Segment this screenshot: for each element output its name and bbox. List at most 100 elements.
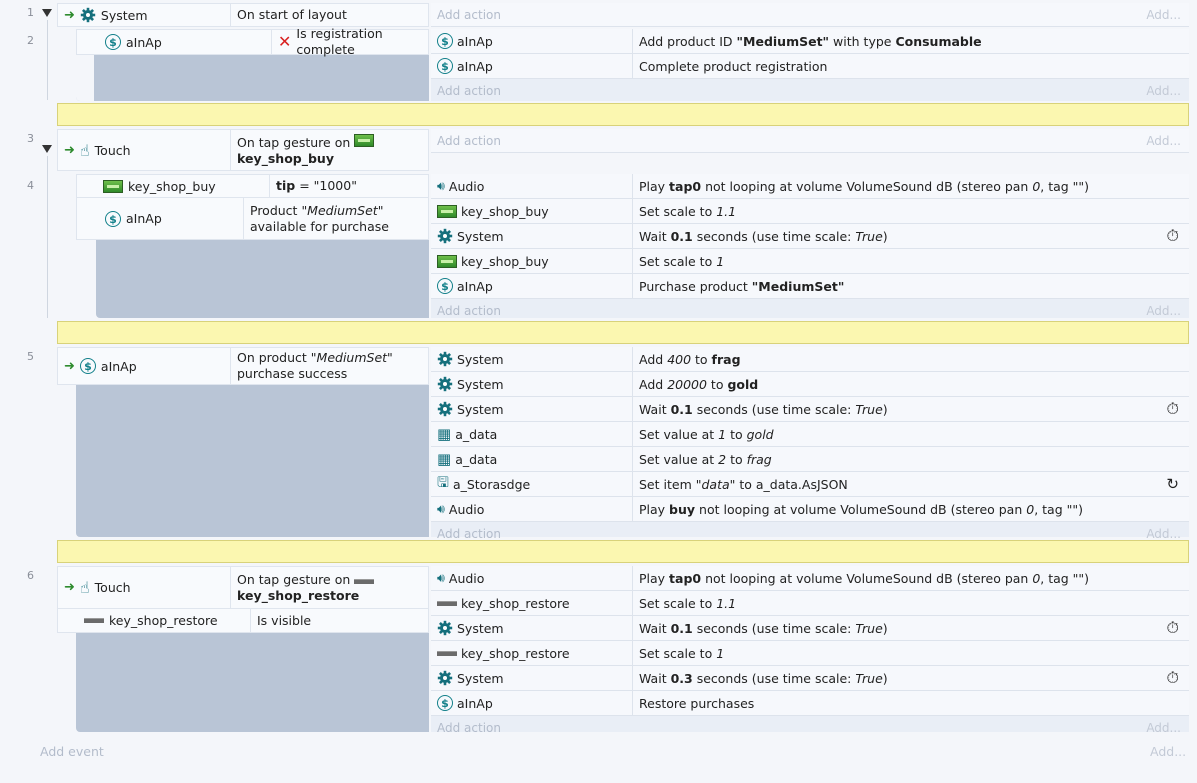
condition-text[interactable]: Product "MediumSet" available for purcha… xyxy=(243,198,428,239)
grid-icon: ▦ xyxy=(437,450,452,468)
add-action-row[interactable]: Add action Add... xyxy=(431,299,1189,323)
speaker-icon: 🔊︎ xyxy=(437,178,445,193)
trigger-arrow-icon: ➜ xyxy=(64,580,75,595)
line-number: 4 xyxy=(27,179,34,192)
gear-icon xyxy=(437,670,453,686)
condition-object: ➜ ☝ Touch xyxy=(64,140,131,160)
actions-panel: 🔊︎ Audio Play tap0 not looping at volume … xyxy=(431,566,1189,735)
gear-icon xyxy=(80,7,96,23)
sprite-thumbnail-icon xyxy=(437,650,457,656)
add-action-row[interactable]: Add action Add... xyxy=(431,129,1189,153)
action-row[interactable]: 🔊︎ Audio Play tap0 not looping at volume … xyxy=(431,174,1189,199)
add-action-row[interactable]: Add action Add... xyxy=(431,3,1189,27)
condition-text[interactable]: Is visible xyxy=(250,609,428,632)
action-row[interactable]: $ aInAp Restore purchases xyxy=(431,691,1189,716)
action-row[interactable]: System Wait 0.1 seconds (use time scale:… xyxy=(431,616,1189,641)
add-more-link[interactable]: Add... xyxy=(1146,8,1189,22)
stopwatch-icon: ⏱ xyxy=(1166,668,1179,687)
action-row[interactable]: System Add 20000 to gold xyxy=(431,372,1189,397)
speaker-icon: 🔊︎ xyxy=(437,501,445,516)
condition-text[interactable]: ✕ Is registration complete xyxy=(271,26,428,57)
action-row[interactable]: $ aInAp Add product ID "MediumSet" with t… xyxy=(431,29,1189,54)
actions-panel: $ aInAp Add product ID "MediumSet" with t… xyxy=(431,29,1189,101)
dollar-icon: $ xyxy=(437,278,453,294)
sprite-thumbnail-icon xyxy=(437,600,457,606)
action-row[interactable]: 🔊︎ Audio Play tap0 not looping at volume … xyxy=(431,566,1189,591)
gear-icon xyxy=(437,376,453,392)
touch-icon: ☝ xyxy=(79,578,90,597)
event-block[interactable]: ➜ ☝ Touch On tap gesture on key_shop_res… xyxy=(57,566,429,609)
action-row[interactable]: System Wait 0.1 seconds (use time scale:… xyxy=(431,397,1189,422)
action-row[interactable]: ▦ a_data Set value at 2 to frag xyxy=(431,447,1189,472)
action-row[interactable]: System Wait 0.3 seconds (use time scale:… xyxy=(431,666,1189,691)
dollar-icon: $ xyxy=(437,695,453,711)
touch-icon: ☝ xyxy=(79,140,90,160)
sprite-thumbnail-icon xyxy=(437,204,457,218)
action-row[interactable]: key_shop_restore Set scale to 1.1 xyxy=(431,591,1189,616)
event-block[interactable]: ➜ System On start of layout xyxy=(57,3,429,27)
condition-object: ➜ $ aInAp xyxy=(64,358,137,374)
action-row[interactable]: System Wait 0.1 seconds (use time scale:… xyxy=(431,224,1189,249)
condition-object: key_shop_buy xyxy=(77,175,269,197)
action-row[interactable]: key_shop_restore Set scale to 1 xyxy=(431,641,1189,666)
gear-icon xyxy=(437,228,453,244)
sprite-thumbnail-icon xyxy=(437,254,457,268)
comment-bar[interactable] xyxy=(57,321,1189,344)
condition-text[interactable]: On tap gesture on key_shop_restore xyxy=(230,567,428,608)
object-name: System xyxy=(100,7,148,23)
condition-row[interactable]: key_shop_restore Is visible xyxy=(57,609,429,633)
dollar-icon: $ xyxy=(437,58,453,74)
add-action-link[interactable]: Add action xyxy=(431,8,1146,22)
tree-guide xyxy=(47,156,48,318)
action-row[interactable]: $ aInAp Purchase product "MediumSet" xyxy=(431,274,1189,299)
actions-panel: 🔊︎ Audio Play tap0 not looping at volume … xyxy=(431,174,1189,318)
condition-text[interactable]: tip = "1000" xyxy=(269,175,428,197)
trigger-arrow-icon: ➜ xyxy=(64,7,75,23)
stopwatch-icon: ⏱ xyxy=(1166,399,1179,418)
stopwatch-icon: ⏱ xyxy=(1166,226,1179,245)
action-row[interactable]: key_shop_buy Set scale to 1 xyxy=(431,249,1189,274)
condition-object: key_shop_restore xyxy=(58,609,250,632)
condition-text[interactable]: On start of layout xyxy=(230,4,428,26)
action-row[interactable]: System Add 400 to frag xyxy=(431,347,1189,372)
line-number: 1 xyxy=(27,6,34,19)
add-action-row[interactable]: Add action Add... xyxy=(431,716,1189,740)
sprite-thumbnail-icon xyxy=(354,578,375,584)
action-row[interactable]: ▦ a_data Set value at 1 to gold xyxy=(431,422,1189,447)
invert-x-icon: ✕ xyxy=(278,32,292,51)
event-block[interactable]: ➜ ☝ Touch On tap gesture on key_shop_buy xyxy=(57,129,429,171)
line-number: 5 xyxy=(27,350,34,363)
add-more-link[interactable]: Add... xyxy=(1150,744,1186,759)
dollar-icon: $ xyxy=(79,358,96,374)
comment-bar[interactable] xyxy=(57,540,1189,563)
action-row[interactable]: $ aInAp Complete product registration xyxy=(431,54,1189,79)
add-action-row[interactable]: Add action Add... xyxy=(431,79,1189,103)
gear-icon xyxy=(437,351,453,367)
condition-object: ➜ System xyxy=(58,4,230,26)
action-row[interactable]: 🔊︎ Audio Play buy not looping at volume V… xyxy=(431,497,1189,522)
action-row[interactable]: key_shop_buy Set scale to 1.1 xyxy=(431,199,1189,224)
refresh-icon: ↻ xyxy=(1166,475,1179,493)
line-number: 3 xyxy=(27,132,34,145)
gear-icon xyxy=(437,620,453,636)
actions-panel: System Add 400 to frag System Add 20000 … xyxy=(431,347,1189,541)
line-number: 6 xyxy=(27,569,34,582)
stopwatch-icon: ⏱ xyxy=(1166,618,1179,637)
condition-text[interactable]: On product "MediumSet" purchase success xyxy=(230,348,428,384)
event-block[interactable]: ➜ $ aInAp On product "MediumSet" purchas… xyxy=(57,347,429,385)
add-event-link[interactable]: Add event xyxy=(40,744,104,759)
trigger-arrow-icon: ➜ xyxy=(64,142,75,158)
action-row[interactable]: 🖫︎ a_Storasdge Set item "data" to a_data.… xyxy=(431,472,1189,497)
condition-row[interactable]: key_shop_buy tip = "1000" xyxy=(76,174,429,198)
speaker-icon: 🔊︎ xyxy=(437,570,445,585)
condition-text[interactable]: On tap gesture on key_shop_buy xyxy=(230,130,428,170)
object-name: aInAp xyxy=(126,34,162,50)
collapse-toggle[interactable] xyxy=(42,145,52,153)
collapse-toggle[interactable] xyxy=(42,9,52,17)
condition-row[interactable]: $ aInAp ✕ Is registration complete xyxy=(76,26,429,57)
comment-bar[interactable] xyxy=(57,103,1189,126)
sprite-thumbnail-icon xyxy=(84,618,104,623)
dollar-icon: $ xyxy=(105,211,121,227)
condition-row[interactable]: $ aInAp Product "MediumSet" available fo… xyxy=(76,198,429,240)
dollar-icon: $ xyxy=(437,33,453,49)
